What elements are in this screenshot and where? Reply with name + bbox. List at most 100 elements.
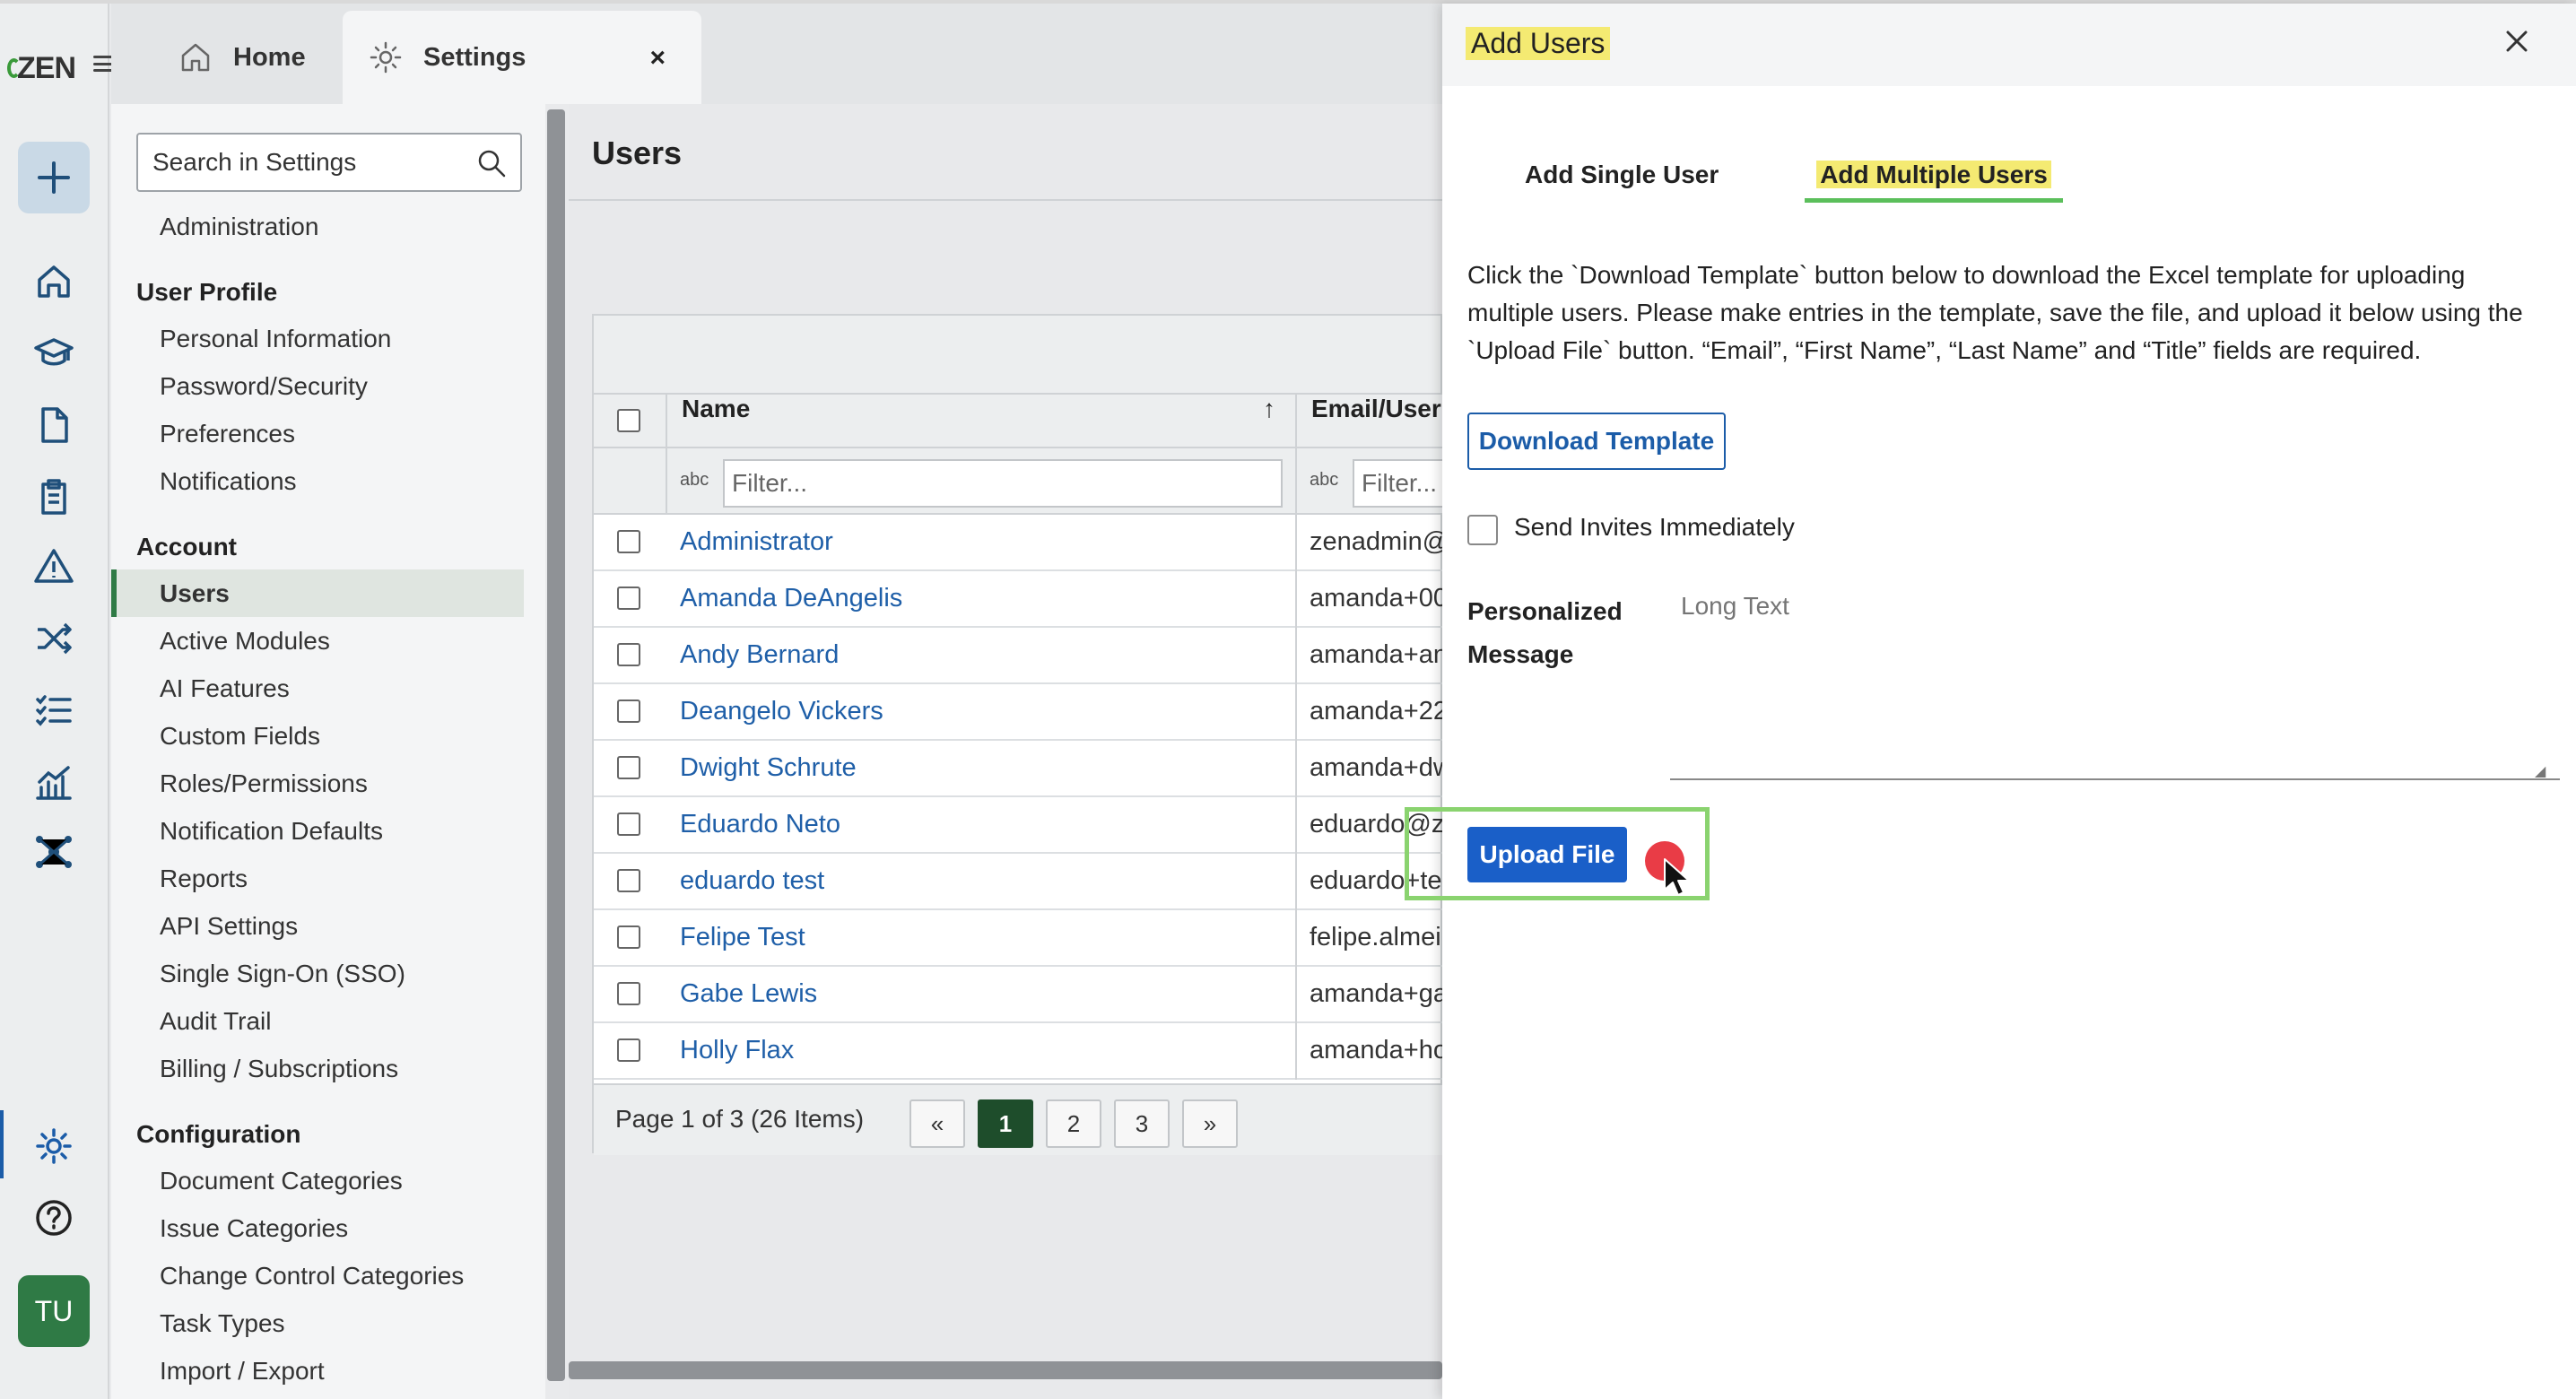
tab-add-single-user[interactable]: Add Single User xyxy=(1525,152,1719,203)
nav-item-administration[interactable]: Administration xyxy=(111,203,524,250)
nav-item-active-modules[interactable]: Active Modules xyxy=(111,617,524,665)
rail-settings[interactable] xyxy=(23,1121,84,1171)
table-row[interactable]: Gabe Lewis amanda+ga xyxy=(594,967,1444,1023)
text-filter-icon: abc xyxy=(1310,470,1339,490)
user-name-link[interactable]: eduardo test xyxy=(680,854,824,908)
column-header-email[interactable]: Email/UserI xyxy=(1295,395,1444,448)
nav-item-issue-categories[interactable]: Issue Categories xyxy=(111,1204,524,1252)
tab-add-multiple-users[interactable]: Add Multiple Users xyxy=(1805,152,2063,203)
user-name-link[interactable]: Deangelo Vickers xyxy=(680,684,883,739)
nav-item-roles-permissions[interactable]: Roles/Permissions xyxy=(111,760,524,807)
close-icon[interactable] xyxy=(2499,23,2535,59)
rail-documents[interactable] xyxy=(23,400,84,450)
user-name-link[interactable]: Gabe Lewis xyxy=(680,967,817,1021)
row-checkbox[interactable] xyxy=(617,643,640,666)
table-row[interactable]: Administrator zenadmin@ xyxy=(594,515,1444,571)
nav-item-audit-trail[interactable]: Audit Trail xyxy=(111,997,524,1045)
pager-page-1[interactable]: 1 xyxy=(978,1099,1033,1148)
column-header-name[interactable]: Name ↑ xyxy=(666,395,1295,448)
menu-toggle-icon[interactable] xyxy=(93,56,113,72)
sort-ascending-icon[interactable]: ↑ xyxy=(1263,395,1275,423)
rail-home[interactable] xyxy=(23,256,84,307)
nav-item-notifications[interactable]: Notifications xyxy=(111,457,524,505)
rail-issues[interactable] xyxy=(23,542,84,592)
row-checkbox[interactable] xyxy=(617,869,640,892)
nav-item-ai-features[interactable]: AI Features xyxy=(111,665,524,712)
rail-network[interactable] xyxy=(23,827,84,877)
app-logo[interactable]: ZEN xyxy=(7,43,76,93)
row-checkbox[interactable] xyxy=(617,530,640,553)
name-filter-input[interactable]: Filter... xyxy=(723,459,1283,508)
user-name-link[interactable]: Andy Bernard xyxy=(680,628,839,682)
resize-handle-icon[interactable]: ◢ xyxy=(2535,762,2546,780)
nav-item-api-settings[interactable]: API Settings xyxy=(111,902,524,950)
table-row[interactable]: Dwight Schrute amanda+dw xyxy=(594,741,1444,797)
pager-prev-button[interactable]: « xyxy=(909,1099,965,1148)
rail-training[interactable] xyxy=(23,328,84,378)
close-tab-icon[interactable]: × xyxy=(649,43,666,74)
user-name-link[interactable]: Eduardo Neto xyxy=(680,797,840,852)
table-row[interactable]: eduardo test eduardo+te xyxy=(594,854,1444,910)
email-filter-input[interactable]: Filter... xyxy=(1353,459,1444,508)
row-checkbox[interactable] xyxy=(617,812,640,836)
row-checkbox[interactable] xyxy=(617,925,640,949)
pager-page-2[interactable]: 2 xyxy=(1046,1099,1101,1148)
user-avatar[interactable]: TU xyxy=(18,1275,90,1347)
nav-scrollbar[interactable] xyxy=(547,109,565,1381)
nav-item-import-export[interactable]: Import / Export xyxy=(111,1347,524,1395)
select-all-checkbox[interactable] xyxy=(617,409,640,432)
nav-item-reports[interactable]: Reports xyxy=(111,855,524,902)
nav-item-billing[interactable]: Billing / Subscriptions xyxy=(111,1045,524,1092)
column-name-label: Name xyxy=(682,395,751,422)
nav-item-document-categories[interactable]: Document Categories xyxy=(111,1157,524,1204)
table-row[interactable]: Andy Bernard amanda+an xyxy=(594,628,1444,684)
search-icon[interactable] xyxy=(475,147,508,179)
rail-reports[interactable] xyxy=(23,757,84,807)
nav-item-personal-information[interactable]: Personal Information xyxy=(111,315,524,362)
row-checkbox[interactable] xyxy=(617,1038,640,1062)
nav-item-users[interactable]: Users xyxy=(111,569,524,617)
nav-item-notification-defaults[interactable]: Notification Defaults xyxy=(111,807,524,855)
table-row[interactable]: Amanda DeAngelis amanda+00 xyxy=(594,571,1444,628)
row-checkbox[interactable] xyxy=(617,982,640,1005)
user-name-link[interactable]: Felipe Test xyxy=(680,910,805,965)
rail-help[interactable] xyxy=(23,1193,84,1243)
personalized-message-input[interactable] xyxy=(1670,588,2560,780)
row-checkbox[interactable] xyxy=(617,700,640,723)
user-name-link[interactable]: Holly Flax xyxy=(680,1023,794,1078)
tab-settings[interactable]: Settings × xyxy=(343,11,701,104)
nav-item-sso[interactable]: Single Sign-On (SSO) xyxy=(111,950,524,997)
table-row[interactable]: Eduardo Neto eduardo@ze xyxy=(594,797,1444,854)
upload-file-button[interactable]: Upload File xyxy=(1467,827,1627,882)
pager-page-3[interactable]: 3 xyxy=(1114,1099,1170,1148)
user-name-link[interactable]: Amanda DeAngelis xyxy=(680,571,902,626)
settings-search-input[interactable]: Search in Settings xyxy=(136,133,522,192)
row-checkbox[interactable] xyxy=(617,587,640,610)
nav-item-task-types[interactable]: Task Types xyxy=(111,1299,524,1347)
user-name-link[interactable]: Administrator xyxy=(680,515,833,569)
rail-checklists[interactable] xyxy=(23,685,84,735)
nav-item-change-control-categories[interactable]: Change Control Categories xyxy=(111,1252,524,1299)
nav-item-custom-fields[interactable]: Custom Fields xyxy=(111,712,524,760)
user-email: amanda+dw xyxy=(1310,753,1444,782)
user-name-link[interactable]: Dwight Schrute xyxy=(680,741,857,795)
personalized-message-label: Personalized Message xyxy=(1467,597,1623,668)
user-email: zenadmin@ xyxy=(1310,527,1444,556)
row-checkbox[interactable] xyxy=(617,756,640,779)
table-row[interactable]: Felipe Test felipe.almei xyxy=(594,910,1444,967)
create-button[interactable] xyxy=(18,142,90,213)
drawer-header: Add Users xyxy=(1442,4,2576,86)
send-invites-checkbox[interactable] xyxy=(1467,515,1498,545)
pager-next-button[interactable]: » xyxy=(1182,1099,1238,1148)
rail-change-control[interactable] xyxy=(23,613,84,664)
tab-home[interactable]: Home xyxy=(178,11,306,104)
download-template-button[interactable]: Download Template xyxy=(1467,413,1726,470)
gear-icon xyxy=(370,41,402,74)
rail-tasks[interactable] xyxy=(23,472,84,522)
table-row[interactable]: Holly Flax amanda+ho xyxy=(594,1023,1444,1080)
table-row[interactable]: Deangelo Vickers amanda+22 xyxy=(594,684,1444,741)
rail-active-indicator xyxy=(0,1110,4,1178)
nav-item-password-security[interactable]: Password/Security xyxy=(111,362,524,410)
horizontal-scrollbar[interactable] xyxy=(569,1361,1442,1379)
nav-item-preferences[interactable]: Preferences xyxy=(111,410,524,457)
